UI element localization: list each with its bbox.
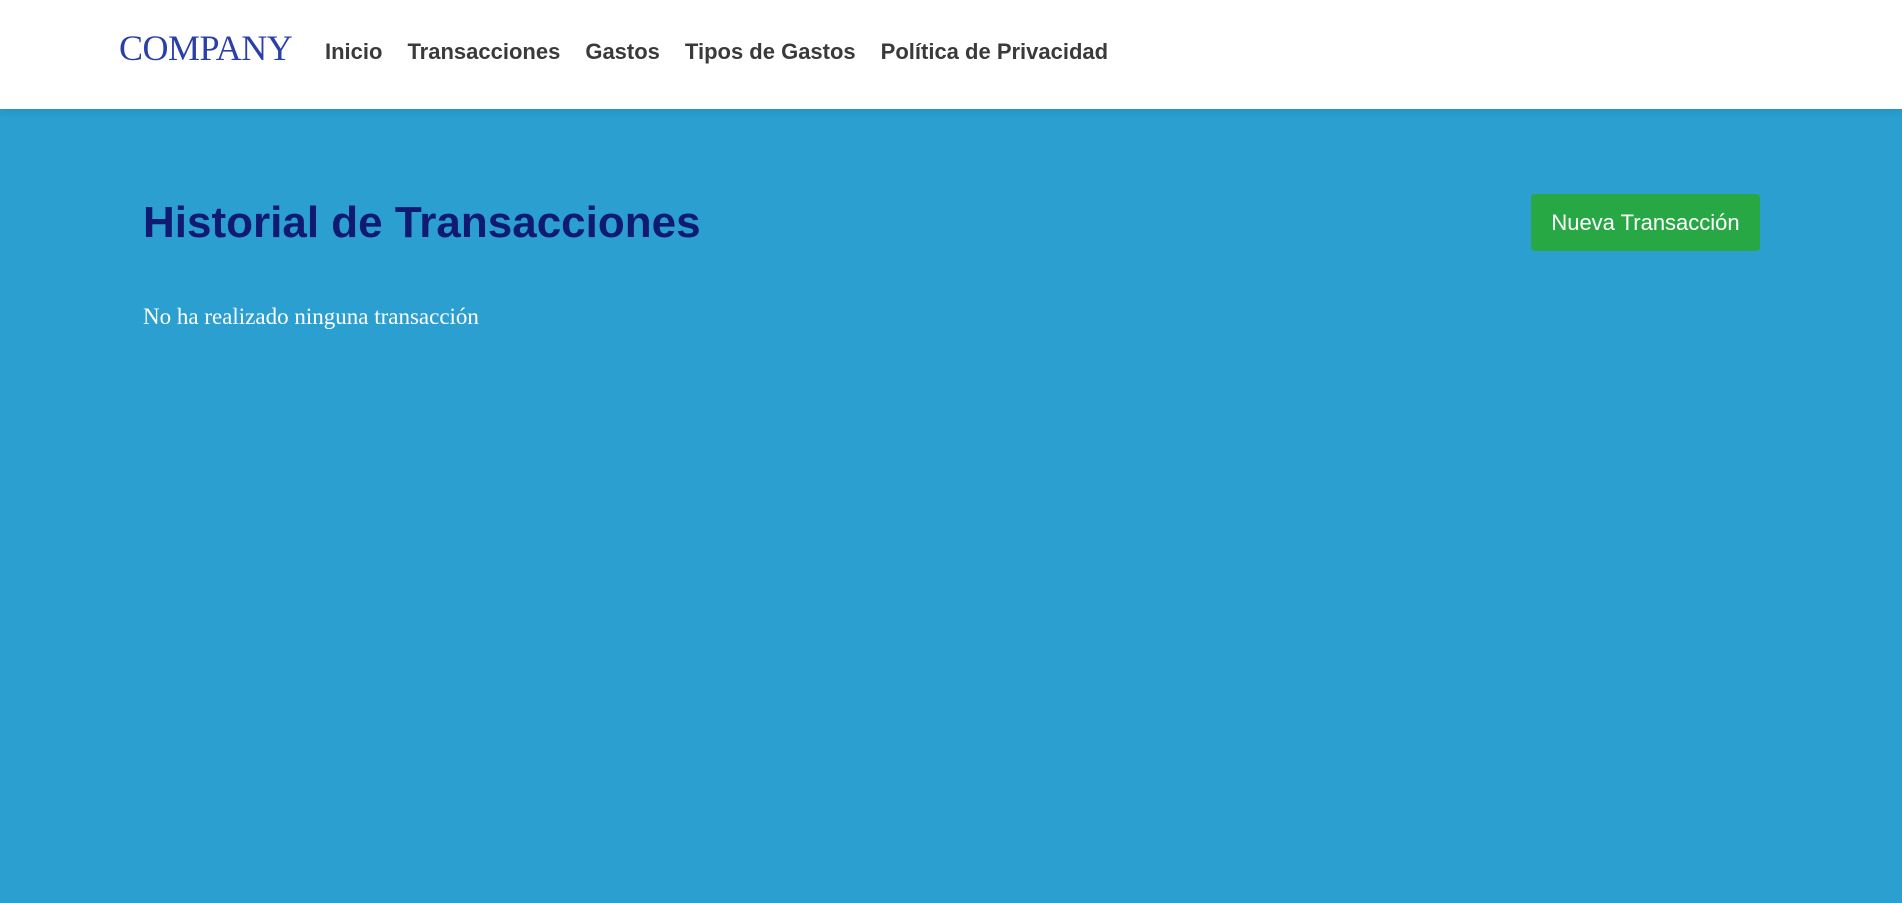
nav-menu: Inicio Transacciones Gastos Tipos de Gas… [325, 37, 1133, 67]
page-title: Historial de Transacciones [143, 198, 701, 247]
nav-link-tipos-de-gastos[interactable]: Tipos de Gastos [685, 37, 856, 67]
main-content: Historial de Transacciones Nueva Transac… [0, 109, 1902, 903]
empty-state-message: No ha realizado ninguna transacción [143, 304, 479, 329]
nav-link-inicio[interactable]: Inicio [325, 37, 382, 67]
brand-logo[interactable]: COMPANY [119, 26, 293, 70]
top-navbar: COMPANY Inicio Transacciones Gastos Tipo… [0, 0, 1902, 109]
nav-link-gastos[interactable]: Gastos [585, 37, 660, 67]
new-transaction-button[interactable]: Nueva Transacción [1531, 194, 1760, 251]
nav-link-politica-de-privacidad[interactable]: Política de Privacidad [881, 37, 1108, 67]
nav-link-transacciones[interactable]: Transacciones [407, 37, 560, 67]
